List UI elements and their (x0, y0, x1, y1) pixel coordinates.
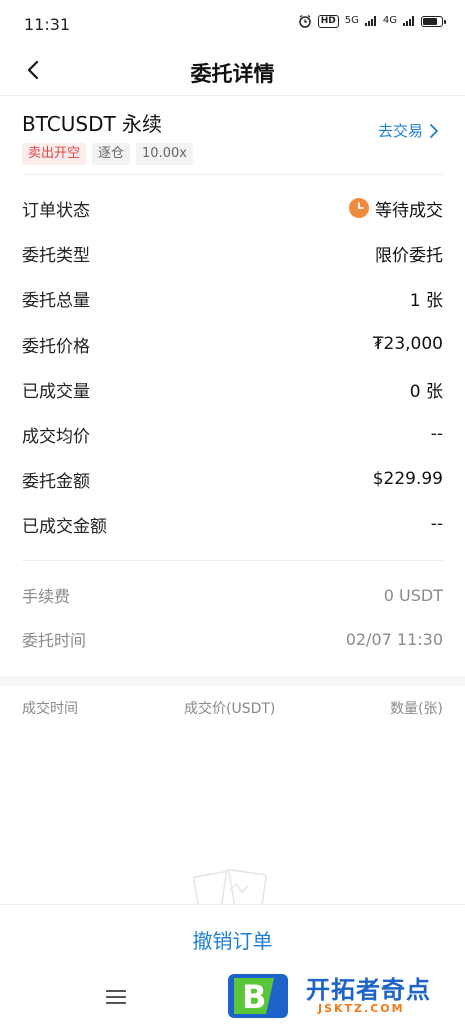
row-label: 委托时间 (22, 631, 87, 650)
chevron-right-icon (430, 123, 438, 138)
row-value: $229.99 (372, 469, 443, 489)
detail-row-price: 委托价格 ₮23,000 (22, 329, 443, 359)
row-value: 等待成交 (349, 196, 443, 221)
row-value: 02/07 11:30 (345, 629, 443, 649)
margin-mode-tag: 逐仓 (92, 143, 131, 165)
watermark-logo-icon: B (228, 974, 288, 1018)
order-status-value: 等待成交 (375, 200, 443, 221)
row-label: 成交均价 (22, 426, 90, 447)
detail-row-avg-price: 成交均价 -- (22, 419, 443, 449)
side-tag: 卖出开空 (22, 143, 87, 165)
row-label: 手续费 (22, 587, 71, 606)
row-value: 限价委托 (375, 245, 443, 266)
row-label: 委托金额 (22, 471, 90, 492)
row-label: 已成交量 (22, 381, 90, 402)
cancel-order-button[interactable]: 撤销订单 (0, 925, 465, 954)
column-header-fill-price: 成交价(USDT) (184, 701, 276, 717)
signal-bars-2-icon (403, 16, 414, 26)
section-separator (0, 676, 465, 686)
divider (22, 560, 443, 561)
detail-row-total-qty: 委托总量 1 张 (22, 283, 443, 313)
status-icons: HD 5G 4G (298, 14, 446, 28)
empty-state-icon (192, 868, 267, 908)
watermark-subtitle: JSKTZ.COM (318, 1002, 405, 1015)
signal-4g-icon: 4G (382, 15, 397, 26)
contract-name: BTCUSDT 永续 (22, 112, 163, 136)
column-header-fill-time: 成交时间 (22, 701, 78, 717)
row-value: -- (430, 514, 443, 534)
signal-5g-icon: 5G (344, 15, 359, 26)
column-header-quantity: 数量(张) (390, 701, 443, 717)
row-label: 委托类型 (22, 245, 90, 266)
row-value: 0 张 (409, 381, 443, 402)
detail-row-order-time: 委托时间 02/07 11:30 (22, 624, 443, 654)
detail-row-fee: 手续费 0 USDT (22, 580, 443, 610)
row-label: 委托总量 (22, 290, 90, 311)
watermark-title: 开拓者奇点 (306, 976, 431, 1004)
detail-row-order-type: 委托类型 限价委托 (22, 238, 443, 268)
row-label: 订单状态 (22, 200, 90, 221)
clock-icon (349, 198, 369, 218)
detail-row-order-status: 订单状态 等待成交 (22, 193, 443, 223)
row-value: ₮23,000 (372, 334, 443, 354)
row-value: -- (430, 424, 443, 444)
divider (22, 174, 443, 175)
go-trade-label: 去交易 (377, 122, 423, 140)
row-label: 已成交金额 (22, 516, 107, 537)
menu-icon[interactable] (106, 988, 126, 1006)
svg-text:B: B (242, 978, 266, 1016)
detail-row-filled-amount: 已成交金额 -- (22, 509, 443, 539)
contract-header: BTCUSDT 永续 卖出开空 逐仓 10.00x (22, 108, 193, 165)
detail-row-amount: 委托金额 $229.99 (22, 464, 443, 494)
hd-indicator: HD (317, 14, 339, 28)
detail-row-filled-qty: 已成交量 0 张 (22, 374, 443, 404)
row-label: 委托价格 (22, 336, 90, 357)
nav-bar: 委托详情 (0, 50, 465, 96)
leverage-tag: 10.00x (136, 143, 193, 165)
contract-tags: 卖出开空 逐仓 10.00x (22, 143, 193, 165)
watermark: B 开拓者奇点 JSKTZ.COM (222, 964, 465, 1024)
status-time: 11:31 (24, 15, 71, 34)
row-value: 1 张 (409, 290, 443, 311)
go-trade-link[interactable]: 去交易 (378, 120, 439, 141)
alarm-icon (298, 14, 311, 28)
status-bar: 11:31 HD 5G 4G (0, 0, 465, 50)
battery-icon (421, 15, 446, 27)
signal-bars-icon (364, 16, 376, 26)
page-title: 委托详情 (190, 62, 275, 86)
row-value: 0 USDT (383, 585, 443, 605)
fills-table-header: 成交时间 成交价(USDT) 数量(张) (22, 698, 443, 718)
